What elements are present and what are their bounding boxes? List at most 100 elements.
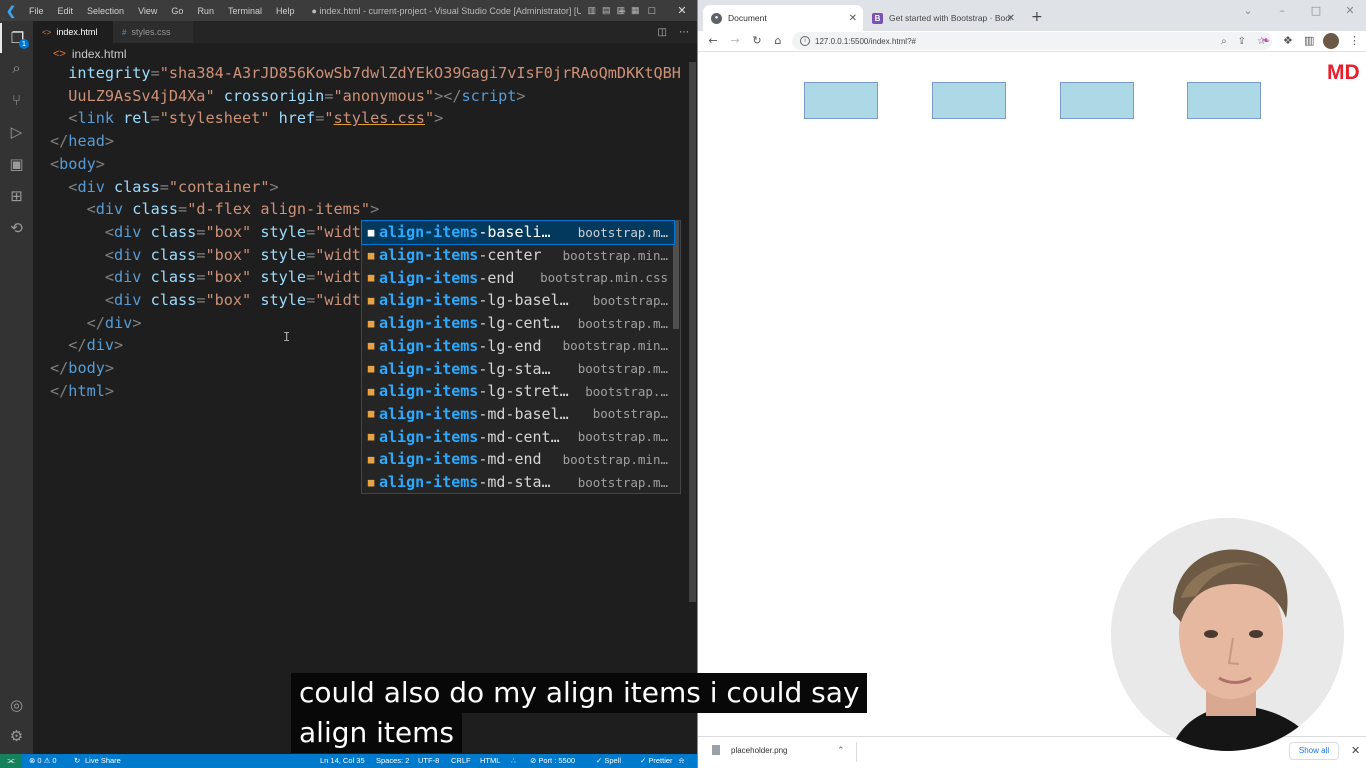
menu-file[interactable]: File [22, 6, 51, 16]
account-icon[interactable]: ◎ [0, 690, 33, 720]
chevron-up-icon[interactable]: ⌃ [837, 745, 845, 756]
spell-status[interactable]: ✓ Spell [596, 754, 621, 768]
prettier-status[interactable]: ✓ Prettier [640, 754, 673, 768]
code-line[interactable]: <div class="container"> [50, 176, 278, 199]
code-line[interactable]: <body> [50, 153, 105, 176]
extensions-icon[interactable]: ⊞ [0, 181, 33, 211]
close-tab-icon[interactable]: ✕ [1007, 13, 1015, 24]
code-line[interactable]: UuLZ9AsSv4jD4Xa" crossorigin="anonymous"… [50, 85, 525, 108]
maximize-icon[interactable]: □ [637, 0, 667, 21]
browser-tab-strip: ● Document ✕ B Get started with Bootstra… [698, 0, 1366, 31]
browser-menu-icon[interactable]: ⋮ [1349, 34, 1360, 47]
maximize-icon[interactable]: □ [1299, 0, 1333, 22]
download-divider [856, 742, 857, 762]
side-panel-icon[interactable]: ▥ [1304, 34, 1314, 47]
code-line[interactable]: <div class="d-flex align-items"> [50, 198, 380, 221]
remote-indicator-icon[interactable]: ⫘ [0, 754, 22, 768]
live-server-port[interactable]: ⊘ Port : 5500 [530, 754, 575, 768]
code-line[interactable]: </body> [50, 357, 114, 380]
code-line[interactable]: </div> [50, 312, 142, 335]
problems-count[interactable]: ⊗ 0 ⚠ 0 [29, 754, 57, 768]
suggestion-item[interactable]: ■ align-items-md-sta… bootstrap.m… [362, 471, 674, 494]
suggestion-item[interactable]: ■ align-items-md-basel… bootstrap… [362, 403, 674, 426]
minimize-icon[interactable]: – [1265, 0, 1299, 22]
file-encoding[interactable]: UTF-8 [418, 754, 439, 768]
back-arrow-icon[interactable]: ← [706, 34, 720, 48]
extensions-puzzle-icon[interactable]: ❖ [1283, 34, 1293, 47]
breadcrumb-file[interactable]: index.html [72, 47, 127, 61]
scrollbar-thumb[interactable] [689, 62, 696, 602]
cursor-position[interactable]: Ln 14, Col 35 [320, 754, 365, 768]
code-line[interactable]: <div class="box" style="widt [50, 266, 361, 289]
suggestion-item[interactable]: ■ align-items-center bootstrap.min… [362, 244, 674, 267]
suggestion-item[interactable]: ■ align-items-lg-stret… bootstrap.… [362, 380, 674, 403]
reload-icon[interactable]: ↻ [750, 34, 764, 48]
browser-tab-document[interactable]: ● Document ✕ [703, 5, 863, 31]
suggestion-item[interactable]: ■ align-items-baseli… bootstrap.m… [361, 220, 675, 245]
notifications-bell-icon[interactable]: ⍾ [679, 754, 684, 768]
code-line[interactable]: </head> [50, 130, 114, 153]
suggestion-detail: bootstrap.m… [577, 315, 668, 331]
code-line[interactable]: <div class="box" style="widt [50, 221, 361, 244]
remote-explorer-icon[interactable]: ▣ [0, 149, 33, 179]
explorer-icon[interactable]: ❐ 1 [0, 23, 33, 53]
home-icon[interactable]: ⌂ [771, 34, 785, 48]
address-bar[interactable]: i 127.0.0.1:5500/index.html?# ⌕ ⇪ ☆ [792, 32, 1272, 50]
site-info-icon[interactable]: i [800, 36, 810, 46]
live-share-icon[interactable]: ↻ [74, 754, 80, 768]
menu-view[interactable]: View [131, 6, 164, 16]
code-line[interactable]: <div class="box" style="widt [50, 244, 361, 267]
menu-selection[interactable]: Selection [80, 6, 131, 16]
code-line[interactable]: <div class="box" style="widt [50, 289, 361, 312]
close-download-bar-icon[interactable]: ✕ [1351, 744, 1360, 757]
format-icon[interactable]: ∴ [511, 754, 516, 768]
suggestion-item[interactable]: ■ align-items-end bootstrap.min.css [362, 266, 674, 289]
code-line[interactable]: <link rel="stylesheet" href="styles.css"… [50, 107, 443, 130]
live-share-icon[interactable]: ⟲ [0, 213, 33, 243]
bootstrap-favicon-icon: B [872, 12, 883, 24]
menu-run[interactable]: Run [190, 6, 221, 16]
search-icon[interactable]: ⌕ [0, 53, 33, 83]
suggestion-item[interactable]: ■ align-items-lg-sta… bootstrap.m… [362, 357, 674, 380]
code-line[interactable]: </div> [50, 334, 123, 357]
suggestion-item[interactable]: ■ align-items-lg-cent… bootstrap.m… [362, 312, 674, 335]
language-mode[interactable]: HTML [480, 754, 500, 768]
show-all-button[interactable]: Show all [1289, 742, 1339, 760]
new-tab-icon[interactable]: + [1031, 9, 1043, 25]
editor-scrollbar[interactable] [688, 62, 697, 754]
menu-go[interactable]: Go [164, 6, 190, 16]
extension-icon[interactable]: ❧ [1261, 34, 1270, 47]
indent-spaces[interactable]: Spaces: 2 [376, 754, 409, 768]
download-filename[interactable]: placeholder.png [731, 746, 788, 755]
code-line[interactable]: integrity="sha384-A3rJD856KowSb7dwlZdYEk… [50, 62, 681, 85]
toggle-sidebar-icon[interactable]: ▥ [587, 5, 596, 16]
tab-styles-css[interactable]: # styles.css [113, 21, 193, 43]
tab-index-html[interactable]: <> index.html [33, 21, 113, 43]
source-control-icon[interactable]: ⑂ [0, 85, 33, 115]
live-share-status[interactable]: Live Share [85, 754, 121, 768]
split-editor-icon[interactable]: ◫ [658, 27, 667, 38]
profile-avatar[interactable] [1323, 33, 1339, 49]
share-icon[interactable]: ⇪ [1238, 36, 1246, 47]
close-tab-icon[interactable]: ✕ [849, 13, 857, 24]
tab-search-icon[interactable]: ⌄ [1231, 0, 1265, 22]
forward-arrow-icon[interactable]: → [728, 34, 742, 48]
close-icon[interactable]: ✕ [667, 0, 697, 21]
browser-tab-bootstrap[interactable]: B Get started with Bootstrap · Boot ✕ [864, 5, 1021, 31]
run-debug-icon[interactable]: ▷ [0, 117, 33, 147]
code-line[interactable]: </html> [50, 380, 114, 403]
menu-terminal[interactable]: Terminal [221, 6, 269, 16]
suggestion-item[interactable]: ■ align-items-md-cent… bootstrap.m… [362, 425, 674, 448]
line-ending[interactable]: CRLF [451, 754, 471, 768]
zoom-icon[interactable]: ⌕ [1221, 36, 1227, 47]
manage-gear-icon[interactable]: ⚙ [0, 721, 33, 751]
minimize-icon[interactable]: – [607, 0, 637, 21]
suggestion-item[interactable]: ■ align-items-lg-end bootstrap.min… [362, 335, 674, 358]
more-actions-icon[interactable]: ⋯ [679, 27, 689, 38]
address-url[interactable]: 127.0.0.1:5500/index.html?# [815, 37, 916, 46]
menu-help[interactable]: Help [269, 6, 302, 16]
suggestion-item[interactable]: ■ align-items-lg-basel… bootstrap… [362, 289, 674, 312]
menu-edit[interactable]: Edit [51, 6, 81, 16]
close-icon[interactable]: ✕ [1333, 0, 1366, 22]
suggestion-item[interactable]: ■ align-items-md-end bootstrap.min… [362, 448, 674, 471]
